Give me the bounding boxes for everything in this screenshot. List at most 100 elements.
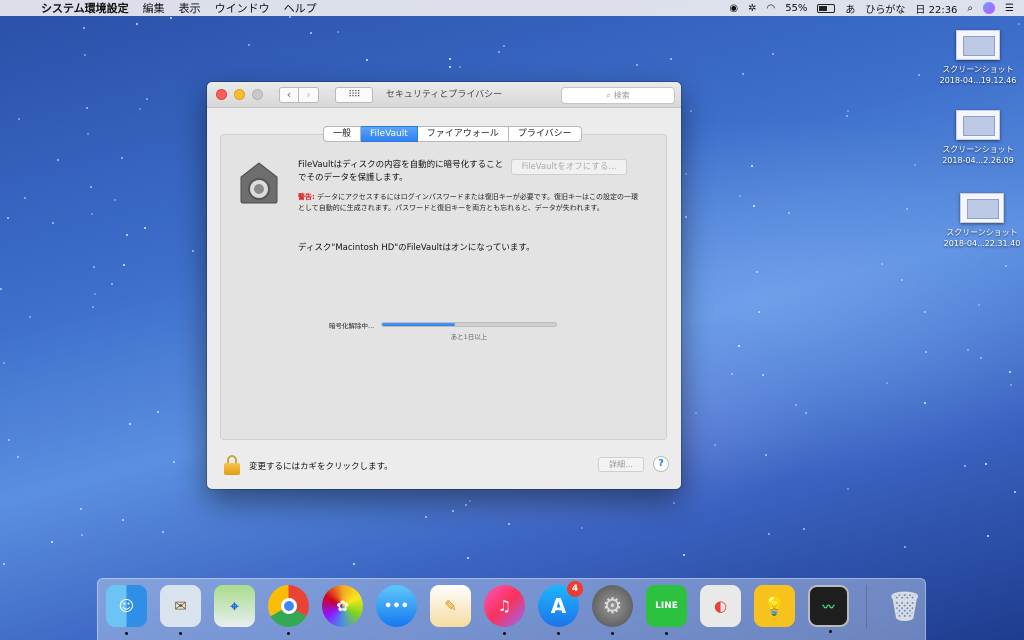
- maps-icon[interactable]: ⌖: [214, 585, 255, 627]
- star: [29, 316, 31, 318]
- turn-off-filevault-button[interactable]: FileVaultをオフにする...: [511, 159, 627, 175]
- menu-edit[interactable]: 編集: [136, 0, 172, 16]
- warning-text: 警告: データにアクセスするにはログインパスワードまたは復旧キーが必要です。復旧…: [298, 192, 638, 214]
- system-preferences-icon[interactable]: ⚙: [592, 585, 633, 635]
- line-app-icon[interactable]: LINE: [646, 585, 687, 635]
- star: [17, 456, 19, 458]
- star: [337, 31, 339, 33]
- messages-icon[interactable]: •••: [376, 585, 417, 627]
- star: [465, 504, 467, 506]
- warning-label: 警告:: [298, 193, 315, 201]
- star: [881, 263, 883, 265]
- chrome-apps-icon[interactable]: ◐: [700, 585, 741, 627]
- menu-window[interactable]: ウインドウ: [208, 0, 277, 16]
- desktop-file[interactable]: スクリーンショット 2018-04...19.12.46: [928, 30, 1024, 86]
- star: [90, 186, 92, 188]
- search-input[interactable]: ⌕ 検索: [561, 87, 675, 104]
- running-indicator: [125, 632, 128, 635]
- screenshot-thumbnail: [956, 30, 1000, 60]
- back-button[interactable]: ‹: [279, 86, 299, 103]
- clock[interactable]: 日 22:36: [915, 1, 957, 16]
- wifi-icon[interactable]: ◠: [766, 3, 775, 14]
- star: [772, 53, 774, 55]
- pages-icon[interactable]: ✎: [430, 585, 471, 627]
- activity-monitor-icon[interactable]: 〰: [808, 585, 850, 633]
- close-button[interactable]: [216, 89, 227, 100]
- star: [467, 557, 469, 559]
- show-all-button[interactable]: ⠿⠿: [335, 86, 373, 103]
- security-privacy-window: ‹ › ⠿⠿ セキュリティとプライバシー ⌕ 検索 一般 FileVault フ…: [207, 82, 681, 489]
- mail-icon[interactable]: ✉: [160, 585, 201, 635]
- star: [94, 293, 96, 295]
- finder-icon[interactable]: ☺: [106, 585, 147, 635]
- running-indicator: [665, 632, 668, 635]
- star: [289, 16, 291, 18]
- menu-view[interactable]: 表示: [172, 0, 208, 16]
- filevault-icon: [240, 162, 278, 204]
- input-icon[interactable]: あ: [845, 1, 855, 16]
- menu-help[interactable]: ヘルプ: [277, 0, 324, 16]
- desktop-file[interactable]: スクリーンショット 2018-04...2.26.09: [928, 110, 1024, 166]
- star: [685, 216, 687, 218]
- star: [673, 502, 675, 504]
- star: [170, 17, 172, 19]
- photos-icon[interactable]: ✿: [322, 585, 363, 627]
- notification-center-icon[interactable]: ☰: [1005, 3, 1014, 14]
- warning-body: データにアクセスするにはログインパスワードまたは復旧キーが必要です。復旧キーはこ…: [298, 193, 638, 212]
- itunes-icon[interactable]: ♫: [484, 585, 525, 635]
- star: [980, 357, 982, 359]
- input-mode[interactable]: ひらがな: [865, 1, 905, 16]
- tab-firewall[interactable]: ファイアウォール: [417, 126, 509, 142]
- star: [51, 541, 53, 543]
- star: [765, 454, 767, 456]
- desktop-file[interactable]: スクリーンショット 2018-04...22.31.40: [932, 193, 1024, 249]
- star: [636, 64, 638, 66]
- star: [353, 563, 355, 565]
- app-menu[interactable]: システム環境設定: [34, 0, 136, 16]
- app-store-badge: 4: [567, 581, 583, 597]
- search-icon[interactable]: ⌕: [967, 3, 973, 14]
- zoom-button[interactable]: [252, 89, 263, 100]
- lock-icon[interactable]: [224, 455, 240, 475]
- tab-filevault[interactable]: FileVault: [361, 126, 418, 142]
- minimize-button[interactable]: [234, 89, 245, 100]
- tab-general[interactable]: 一般: [323, 126, 362, 142]
- battery-percent[interactable]: 55%: [785, 3, 807, 14]
- forward-button[interactable]: ›: [299, 86, 319, 103]
- chrome-icon[interactable]: [268, 585, 309, 635]
- star: [498, 51, 500, 53]
- star: [901, 279, 903, 281]
- advanced-button[interactable]: 詳細...: [598, 457, 644, 472]
- star: [8, 439, 10, 441]
- star: [670, 58, 672, 60]
- star: [3, 362, 5, 364]
- star: [1009, 371, 1011, 373]
- nav-buttons: ‹ ›: [279, 86, 319, 103]
- star: [978, 304, 980, 306]
- star: [768, 533, 770, 535]
- star: [469, 500, 471, 502]
- star: [751, 165, 753, 167]
- lock-text: 変更するにはカギをクリックします。: [249, 462, 393, 472]
- title-bar[interactable]: ‹ › ⠿⠿ セキュリティとプライバシー ⌕ 検索: [207, 82, 681, 108]
- star: [86, 107, 88, 109]
- tips-icon[interactable]: 💡: [754, 585, 795, 627]
- star: [985, 463, 987, 465]
- trash-icon[interactable]: 🗑: [884, 585, 925, 627]
- star: [914, 164, 916, 166]
- star: [690, 110, 692, 112]
- star: [508, 523, 510, 525]
- file-date: 2018-04...19.12.46: [939, 76, 1017, 85]
- siri-icon[interactable]: [983, 2, 996, 14]
- file-date: 2018-04...22.31.40: [943, 239, 1021, 248]
- star: [1010, 384, 1012, 386]
- app-store-icon[interactable]: A4: [538, 581, 583, 635]
- star: [459, 66, 461, 68]
- star: [0, 288, 2, 290]
- battery-icon[interactable]: [817, 3, 836, 13]
- accessibility-icon[interactable]: ✲: [748, 3, 756, 14]
- tab-privacy[interactable]: プライバシー: [508, 126, 582, 142]
- help-button[interactable]: ?: [653, 456, 669, 472]
- star: [80, 508, 82, 510]
- line-icon[interactable]: ◉: [729, 3, 738, 14]
